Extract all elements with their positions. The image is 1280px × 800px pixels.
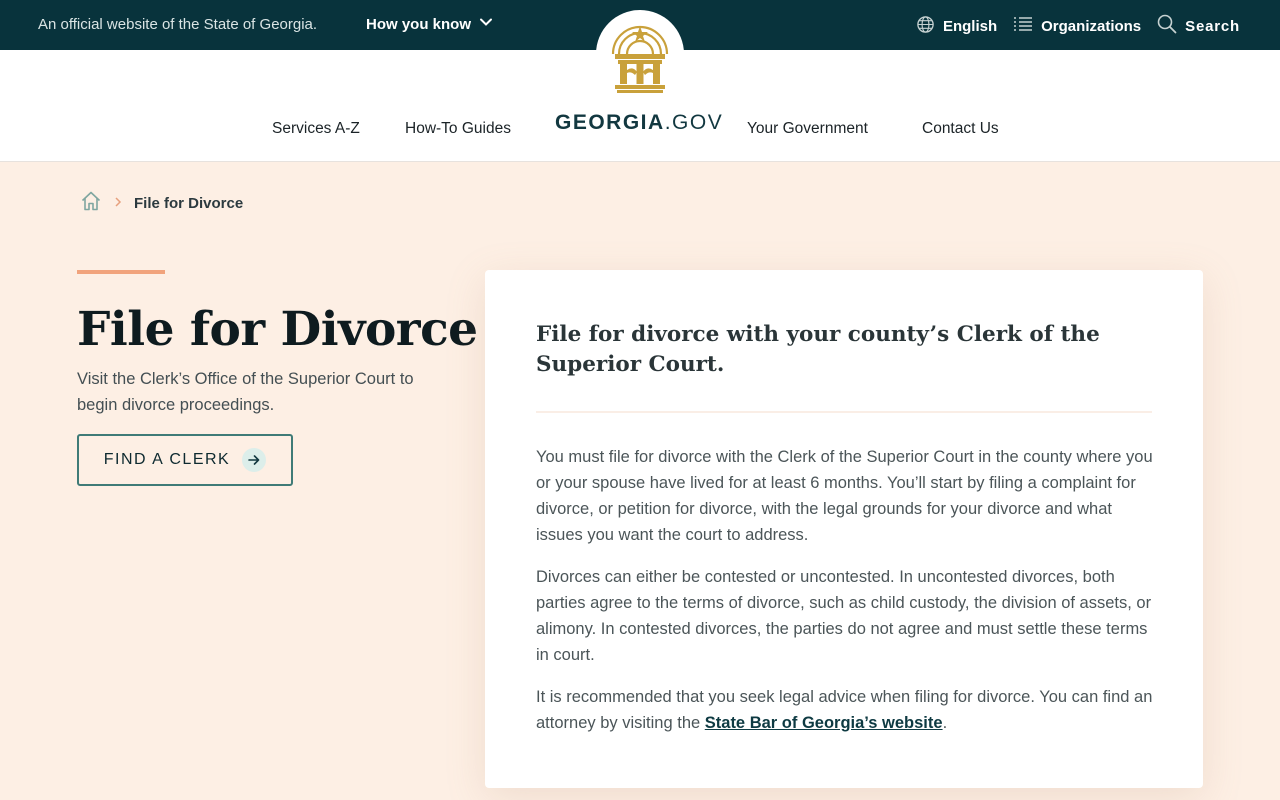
globe-icon	[916, 15, 935, 38]
organizations-link[interactable]: Organizations	[1013, 16, 1141, 36]
card-body: You must file for divorce with the Clerk…	[536, 444, 1158, 752]
search-label: Search	[1185, 17, 1240, 35]
card-heading: File for divorce with your county’s Cler…	[536, 322, 1100, 377]
georgia-seal-logo[interactable]	[596, 10, 684, 98]
georgia-seal	[611, 25, 669, 93]
nav-how-to-guides[interactable]: How-To Guides	[405, 120, 511, 138]
site-brand[interactable]: GEORGIA.GOV	[555, 111, 723, 135]
how-you-know-toggle[interactable]: How you know	[366, 15, 493, 33]
card-paragraph: You must file for divorce with the Clerk…	[536, 448, 1153, 544]
nav-your-government[interactable]: Your Government	[747, 120, 868, 138]
arrow-right-icon	[242, 448, 267, 472]
nav-contact-us[interactable]: Contact Us	[922, 120, 999, 138]
brand-suffix: .GOV	[664, 111, 724, 134]
language-label: English	[942, 17, 998, 35]
content-card: File for divorce with your county’s Cler…	[485, 270, 1203, 788]
chevron-down-icon	[479, 15, 493, 33]
nav-services-a-z[interactable]: Services A-Z	[272, 120, 360, 138]
card-divider	[536, 411, 1152, 413]
find-a-clerk-label: FIND A CLERK	[103, 451, 231, 468]
card-paragraph-end: .	[942, 714, 948, 732]
organizations-label: Organizations	[1041, 17, 1142, 35]
breadcrumb-current: File for Divorce	[134, 194, 244, 212]
page-intro: Visit the Clerk’s Office of the Superior…	[77, 370, 414, 414]
breadcrumb: File for Divorce	[80, 190, 243, 216]
brand-name: GEORGIA	[555, 111, 665, 134]
card-paragraph: Divorces can either be contested or unco…	[536, 568, 1152, 664]
list-icon	[1013, 16, 1033, 36]
card-paragraph: It is recommended that you seek legal ad…	[536, 684, 1158, 736]
search-button[interactable]: Search	[1157, 14, 1240, 38]
page-title: File for Divorce	[77, 302, 478, 357]
home-icon[interactable]	[80, 190, 102, 216]
official-site-text: An official website of the State of Geor…	[38, 16, 318, 33]
state-bar-link[interactable]: State Bar of Georgia’s website	[705, 714, 943, 732]
search-icon	[1157, 14, 1177, 38]
chevron-right-icon	[114, 195, 122, 212]
accent-divider	[77, 270, 165, 274]
find-a-clerk-button[interactable]: FIND A CLERK	[77, 434, 293, 486]
language-selector[interactable]: English	[916, 15, 997, 38]
how-you-know-label: How you know	[366, 15, 471, 33]
